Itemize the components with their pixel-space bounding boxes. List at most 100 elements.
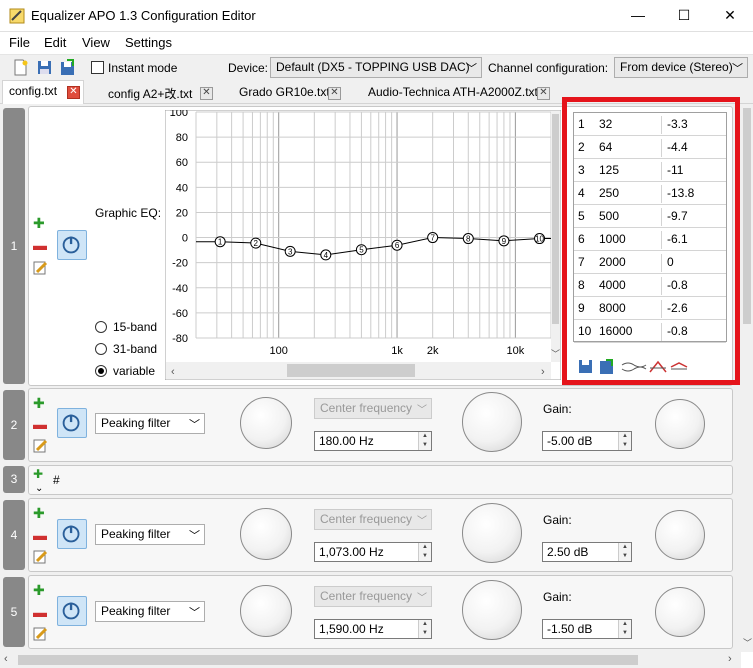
expand-icon[interactable]: ⌄: [35, 482, 43, 496]
spin-arrows-icon[interactable]: ▲ ▼: [418, 432, 431, 450]
comment-panel: [28, 465, 733, 495]
eq-band-point-label: 9: [502, 237, 507, 246]
new-file-icon[interactable]: [12, 59, 29, 76]
minimize-button[interactable]: —: [615, 0, 661, 32]
y-tick-label: -40: [172, 283, 188, 295]
remove-filter-icon[interactable]: ▬: [33, 605, 47, 619]
frequency-fine-knob[interactable]: [462, 503, 522, 563]
scroll-right-icon[interactable]: ›: [728, 653, 732, 665]
scroll-left-icon[interactable]: ‹: [4, 653, 8, 665]
tab-grado[interactable]: Grado GR10e.txt ✕: [232, 81, 344, 104]
frequency-input[interactable]: 1,590.00 Hz ▲ ▼: [314, 619, 432, 639]
frequency-fine-knob[interactable]: [462, 392, 522, 452]
frequency-input[interactable]: 1,073.00 Hz ▲ ▼: [314, 542, 432, 562]
tab-config-a2[interactable]: config A2+改.txt ✕: [101, 81, 215, 104]
device-label: Device:: [228, 61, 269, 75]
remove-filter-icon[interactable]: ▬: [33, 528, 47, 542]
remove-filter-icon[interactable]: ▬: [33, 238, 47, 252]
frequency-input[interactable]: 180.00 Hz ▲ ▼: [314, 431, 432, 451]
filter-type-select[interactable]: Peaking filter ﹀: [95, 413, 205, 434]
y-tick-label: 80: [176, 132, 188, 144]
frequency-knob[interactable]: [240, 397, 292, 449]
gain-knob[interactable]: [655, 399, 705, 449]
chart-horizontal-scrollbar[interactable]: [287, 364, 415, 377]
add-filter-icon[interactable]: ✚: [33, 506, 45, 520]
edit-icon[interactable]: [33, 549, 48, 564]
add-filter-icon[interactable]: ✚: [33, 583, 45, 597]
frequency-fine-knob[interactable]: [462, 580, 522, 640]
spin-arrows-icon[interactable]: ▲ ▼: [618, 543, 631, 561]
filter-type-select[interactable]: Peaking filter ﹀: [95, 524, 205, 545]
frequency-type-select: Center frequency ﹀: [314, 586, 432, 607]
radio-15-band[interactable]: [95, 321, 107, 333]
spin-arrows-icon[interactable]: ▲ ▼: [418, 543, 431, 561]
x-tick-label: 10k: [507, 345, 525, 357]
y-tick-label: 100: [170, 110, 188, 119]
eq-band-point-label: 5: [359, 246, 364, 255]
chart-vertical-scrollbar[interactable]: [552, 114, 559, 324]
menu-edit[interactable]: Edit: [44, 35, 66, 50]
tab-close-icon[interactable]: ✕: [537, 87, 550, 100]
save-as-icon[interactable]: [59, 59, 76, 76]
graphic-eq-chart[interactable]: 100 80 60 40 20 0 -20 -40 -60 -80 100 1k 2k 10k 1 2 3 4…: [165, 110, 561, 380]
row-number[interactable]: 4: [3, 500, 25, 570]
power-toggle[interactable]: [57, 230, 87, 260]
power-toggle[interactable]: [57, 519, 87, 549]
gain-knob[interactable]: [655, 587, 705, 637]
row-number[interactable]: 3: [3, 466, 25, 493]
tab-close-icon[interactable]: ✕: [328, 87, 341, 100]
vertical-scrollbar[interactable]: ﹀: [741, 104, 753, 652]
power-toggle[interactable]: [57, 408, 87, 438]
tab-close-icon[interactable]: ✕: [67, 86, 80, 99]
spin-arrows-icon[interactable]: ▲ ▼: [618, 432, 631, 450]
filter-type-select[interactable]: Peaking filter ﹀: [95, 601, 205, 622]
radio-31-band-label: 31-band: [113, 342, 158, 356]
add-filter-icon[interactable]: ✚: [33, 216, 45, 230]
row-number[interactable]: 1: [3, 108, 25, 384]
channel-config-select[interactable]: From device (Stereo) ﹀: [614, 57, 748, 78]
edit-icon[interactable]: [33, 626, 48, 641]
menu-bar: File Edit View Settings: [0, 32, 753, 54]
radio-variable[interactable]: [95, 365, 107, 377]
tab-close-icon[interactable]: ✕: [200, 87, 213, 100]
comment-text[interactable]: #: [53, 473, 60, 487]
edit-icon[interactable]: [33, 260, 48, 275]
gain-input[interactable]: -1.50 dB ▲ ▼: [542, 619, 632, 639]
add-filter-icon[interactable]: ✚: [33, 396, 45, 410]
row-number[interactable]: 5: [3, 577, 25, 647]
device-select[interactable]: Default (DX5 - TOPPING USB DAC) ﹀: [270, 57, 482, 78]
menu-settings[interactable]: Settings: [125, 35, 172, 50]
y-tick-label: -60: [172, 308, 188, 320]
maximize-button[interactable]: ☐: [661, 0, 707, 32]
frequency-knob[interactable]: [240, 585, 292, 637]
remove-filter-icon[interactable]: ▬: [33, 417, 47, 431]
radio-31-band[interactable]: [95, 343, 107, 355]
scroll-right-icon[interactable]: ›: [541, 366, 545, 378]
app-icon: [9, 8, 25, 24]
x-tick-label: 1k: [391, 345, 403, 357]
power-icon: [62, 602, 80, 620]
gain-input[interactable]: 2.50 dB ▲ ▼: [542, 542, 632, 562]
tab-audio-technica[interactable]: Audio-Technica ATH-A2000Z.txt ✕: [361, 81, 553, 104]
y-tick-label: -20: [172, 258, 188, 270]
horizontal-scrollbar[interactable]: ‹ ›: [0, 652, 741, 668]
add-filter-icon[interactable]: ✚: [33, 467, 43, 481]
gain-knob[interactable]: [655, 510, 705, 560]
save-icon[interactable]: [36, 59, 53, 76]
spin-arrows-icon[interactable]: ▲ ▼: [618, 620, 631, 638]
row-number[interactable]: 2: [3, 390, 25, 460]
frequency-knob[interactable]: [240, 508, 292, 560]
power-toggle[interactable]: [57, 596, 87, 626]
gain-input[interactable]: -5.00 dB ▲ ▼: [542, 431, 632, 451]
menu-view[interactable]: View: [82, 35, 110, 50]
spin-arrows-icon[interactable]: ▲ ▼: [418, 620, 431, 638]
scroll-down-icon[interactable]: ﹀: [551, 349, 560, 359]
scroll-left-icon[interactable]: ‹: [171, 366, 175, 378]
scroll-down-icon[interactable]: ﹀: [743, 636, 752, 649]
edit-icon[interactable]: [33, 438, 48, 453]
menu-file[interactable]: File: [9, 35, 30, 50]
tab-config[interactable]: config.txt ✕: [2, 80, 84, 105]
eq-band-point-label: 2: [254, 239, 259, 248]
close-button[interactable]: ✕: [707, 0, 753, 32]
instant-mode-checkbox[interactable]: [91, 61, 104, 74]
